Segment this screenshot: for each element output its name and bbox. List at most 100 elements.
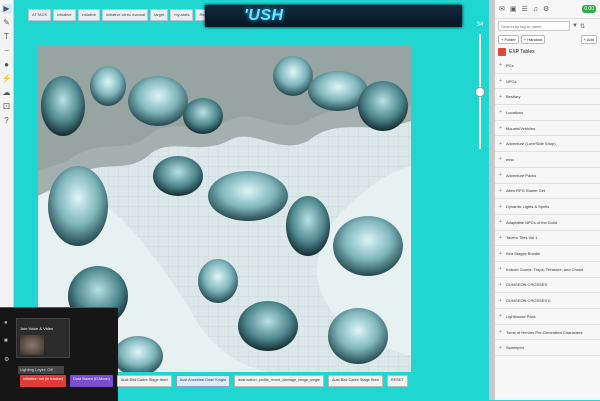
macro-chip[interactable]: dust action: profile_move_damage_range_s… [234,375,325,387]
macro-button[interactable]: initiative [53,9,76,21]
journal-folder[interactable]: + Mounts/Vehicles [495,121,600,137]
right-sidebar: ✉ ▣ ☰ ♫ ⚙ 0.00 ▼ ⇅ + Folder + Handout + … [494,0,600,400]
expand-icon[interactable]: + [499,94,506,100]
journal-folder[interactable]: + Adventure (Lore/Side Shop) [495,136,600,153]
expand-icon[interactable]: + [499,282,506,288]
journal-folder[interactable]: + DUNGEON CROSSES II [495,293,600,309]
zoom-slider[interactable]: 34 [474,22,486,152]
journal-folder-label: Tome of Heroes Pre-Generated Characters [506,329,583,335]
cursor-icon[interactable]: ▶ [1,4,12,14]
macro-chip[interactable]: RESET [386,375,408,387]
journal-folder[interactable]: + misc [495,152,600,168]
macro-chip[interactable]: initiative: roll (in tracker) [20,375,67,387]
journal-folder[interactable]: + Tome of Heroes Pre-Generated Characters [495,325,600,341]
macro-chip[interactable]: Aust Ancestral Gnarl Knight [175,375,231,387]
macro-button[interactable]: ATTACK [28,9,52,21]
text-icon[interactable]: T [2,32,12,42]
banner: 'USH [205,5,462,27]
sidebar-tabs: ✉ ▣ ☰ ♫ ⚙ 0.00 [495,0,600,19]
expand-icon[interactable]: + [499,62,506,68]
search-wrap: ▼ ⇅ [495,19,600,33]
macro-button[interactable]: target [150,9,169,21]
cloud-icon[interactable]: ☁ [2,88,12,98]
journal-folder[interactable]: + Tavern Tiles Vol 1 [495,231,600,247]
expand-icon[interactable]: + [499,329,506,335]
journal-folder[interactable]: + Swamped [495,340,600,357]
lightning-icon[interactable]: ⚡ [2,74,12,84]
expand-icon[interactable]: + [499,345,506,351]
expand-icon[interactable]: + [499,298,506,304]
add-button[interactable]: + Add [580,35,597,44]
expand-icon[interactable]: + [499,266,506,272]
journal-folder-label: Adventure (Lore/Side Shop) [506,141,556,147]
zoom-knob[interactable] [475,86,485,97]
chat-icon[interactable]: ✉ [499,5,505,13]
expand-icon[interactable]: + [499,235,506,241]
help-icon[interactable]: ? [2,116,12,126]
journal-folder[interactable]: + NPCs [495,74,600,90]
pencil-icon[interactable]: ✎ [2,18,12,28]
journal-icon[interactable]: ☰ [522,5,528,13]
expand-icon[interactable]: + [499,141,506,147]
macro-button[interactable]: initiative [77,9,101,21]
macro-chip[interactable]: Aust Bird Cadre Stage fixed [328,375,383,387]
exp-tables-label: EXP Tables [509,49,535,55]
journal-folder-label: NPCs [506,78,517,84]
journal-folder[interactable]: + PCs [495,58,600,74]
journal-folder-label: Sea Stages Bundle [506,251,541,257]
settings-icon[interactable]: ⚙ [543,5,549,13]
mic-icon[interactable]: ● [4,320,8,326]
expand-icon[interactable]: + [499,313,506,319]
zoom-label: 34 [476,22,484,28]
macro-button[interactable]: initiative cleric manual [102,9,149,21]
expand-icon[interactable]: + [499,109,506,115]
journal-folder-label: Swamped [506,345,524,351]
exp-tables-row[interactable]: EXP Tables [495,46,600,58]
journal-folder[interactable]: + Locations [495,105,600,121]
journal-folder[interactable]: + Kobold Goons: Traps, Treasure, and Crow… [495,262,600,278]
macro-chip[interactable]: Dust Sword (O,Moon) [70,375,113,387]
journal-list: + PCs + NPCs + Bestiary + Locations + Mounts/Vehi… [495,58,600,357]
ruler-icon[interactable]: ⎯ [2,46,12,56]
expand-icon[interactable]: + [499,251,506,257]
journal-folder[interactable]: + Adventure Packs [495,168,600,184]
dice-icon[interactable]: ⚀ [2,102,12,112]
journal-folder[interactable]: + Lighthouse Pack [495,309,600,325]
journal-folder[interactable]: + Sea Stages Bundle [495,246,600,262]
settings-icon[interactable]: ⚙ [4,356,9,363]
expand-icon[interactable]: + [499,125,506,131]
expand-icon[interactable]: + [499,188,506,194]
journal-folder-label: Adventure Packs [506,172,537,178]
expand-icon[interactable]: + [499,172,506,178]
expand-icon[interactable]: + [499,204,506,210]
journal-folder-label: Locations [506,109,524,115]
macro-chip[interactable]: Aust Bird Cadre Stage fixed [116,375,172,387]
journal-folder-label: DUNGEON CROSSES II [506,298,551,304]
journal-folder[interactable]: + DUNGEON CROSSES [495,278,600,294]
add-handout-button[interactable]: + Handout [520,35,546,44]
join-video-label[interactable]: Join Voice & Video [20,326,53,331]
art-icon[interactable]: ▣ [510,5,517,13]
journal-folder-label: Adaptable NPCs of the Guild [506,219,558,225]
folder-row: + Folder + Handout + Add [495,33,600,46]
sort-icon[interactable]: ⇅ [580,23,585,30]
expand-icon[interactable]: + [499,78,506,84]
journal-folder[interactable]: + Dynamic Lights & Spells [495,199,600,215]
search-input[interactable] [498,21,570,31]
journal-folder[interactable]: + Bestiary [495,89,600,106]
status-badge: 0.00 [582,5,596,13]
fog-icon[interactable]: ● [2,60,12,70]
filter-icon[interactable]: ▼ [572,23,578,29]
macro-button[interactable]: my-stats [170,9,194,21]
camera-icon[interactable]: ■ [4,338,8,344]
jukebox-icon[interactable]: ♫ [533,6,538,13]
banner-title: 'USH [244,7,284,24]
add-folder-button[interactable]: + Folder [498,35,519,44]
lighting-layer-select[interactable]: Lighting Layer: Off [18,366,64,374]
journal-folder[interactable]: + Adaptable NPCs of the Guild [495,215,600,231]
expand-icon[interactable]: + [499,219,506,225]
expand-icon[interactable]: + [499,156,506,162]
journal-folder[interactable]: + Alien RPG Starter Set [495,184,600,200]
bottom-macro-bar: initiative: roll (in tracker) Dust Sword … [20,375,408,387]
journal-folder-label: PCs [506,62,514,68]
